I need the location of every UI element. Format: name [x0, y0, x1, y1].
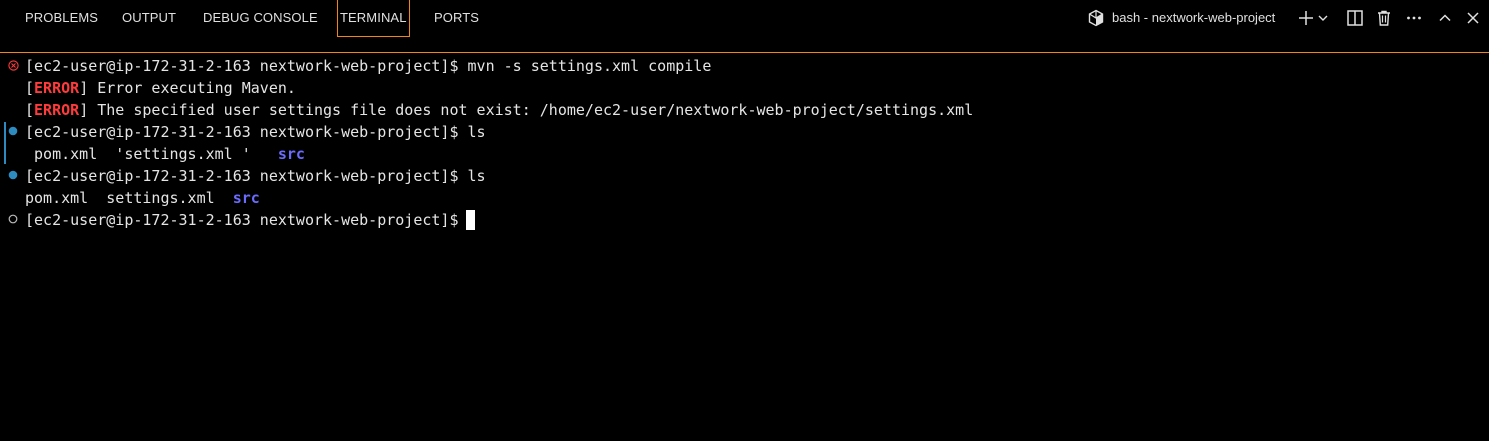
bracket: ] — [79, 101, 89, 119]
command-success-icon[interactable] — [7, 169, 19, 181]
prompt: [ec2-user@ip-172-31-2-163 nextwork-web-p… — [25, 123, 459, 141]
prompt: [ec2-user@ip-172-31-2-163 nextwork-web-p… — [25, 211, 459, 229]
trash-icon[interactable] — [1374, 8, 1394, 28]
prompt: [ec2-user@ip-172-31-2-163 nextwork-web-p… — [25, 57, 459, 75]
command-pending-icon[interactable] — [7, 213, 19, 225]
close-icon[interactable] — [1463, 8, 1483, 28]
terminal-cursor — [466, 210, 475, 230]
directory-name: src — [232, 189, 260, 207]
terminal-command-line: [ec2-user@ip-172-31-2-163 nextwork-web-p… — [25, 55, 711, 77]
tab-problems[interactable]: PROBLEMS — [25, 0, 98, 36]
plus-icon[interactable] — [1296, 8, 1316, 28]
bracket: [ — [25, 79, 35, 97]
bracket: ] — [79, 79, 89, 97]
file-list: pom.xml 'settings.xml ' — [25, 145, 278, 163]
file-list: pom.xml settings.xml — [25, 189, 233, 207]
directory-name: src — [277, 145, 305, 163]
split-icon[interactable] — [1345, 8, 1365, 28]
prompt: [ec2-user@ip-172-31-2-163 nextwork-web-p… — [25, 167, 459, 185]
error-output-line: [ERROR] The specified user settings file… — [25, 99, 973, 121]
command-text: ls — [458, 123, 486, 141]
ls-output-line: pom.xml settings.xml src — [25, 187, 260, 209]
command-group-bar — [4, 122, 6, 164]
command-text: mvn -s settings.xml compile — [458, 57, 712, 75]
bracket: [ — [25, 101, 35, 119]
chevron-up-icon[interactable] — [1435, 8, 1455, 28]
panel-divider — [0, 52, 1489, 53]
ls-output-line: pom.xml 'settings.xml ' src — [25, 143, 305, 165]
error-tag: ERROR — [34, 79, 80, 97]
command-text: ls — [458, 167, 486, 185]
terminal-prompt-line: [ec2-user@ip-172-31-2-163 nextwork-web-p… — [25, 209, 468, 231]
error-tag: ERROR — [34, 101, 80, 119]
error-message: Error executing Maven. — [88, 79, 296, 97]
error-message: The specified user settings file does no… — [88, 101, 974, 119]
tab-terminal[interactable]: TERMINAL — [337, 0, 410, 37]
terminal-title[interactable]: bash - nextwork-web-project — [1112, 0, 1275, 36]
tab-output[interactable]: OUTPUT — [122, 0, 176, 36]
chevron-down-icon[interactable] — [1316, 8, 1330, 28]
command-success-icon[interactable] — [7, 125, 19, 137]
ellipsis-icon[interactable] — [1404, 8, 1424, 28]
terminal-profile-icon — [1086, 8, 1106, 28]
tab-ports[interactable]: PORTS — [434, 0, 479, 36]
terminal-command-line: [ec2-user@ip-172-31-2-163 nextwork-web-p… — [25, 121, 486, 143]
tab-debug-console[interactable]: DEBUG CONSOLE — [203, 0, 318, 36]
command-error-icon[interactable] — [7, 59, 19, 71]
error-output-line: [ERROR] Error executing Maven. — [25, 77, 296, 99]
terminal-command-line: [ec2-user@ip-172-31-2-163 nextwork-web-p… — [25, 165, 486, 187]
panel-header: PROBLEMS OUTPUT DEBUG CONSOLE TERMINAL P… — [0, 0, 1489, 38]
terminal-view[interactable]: [ec2-user@ip-172-31-2-163 nextwork-web-p… — [0, 54, 1489, 441]
